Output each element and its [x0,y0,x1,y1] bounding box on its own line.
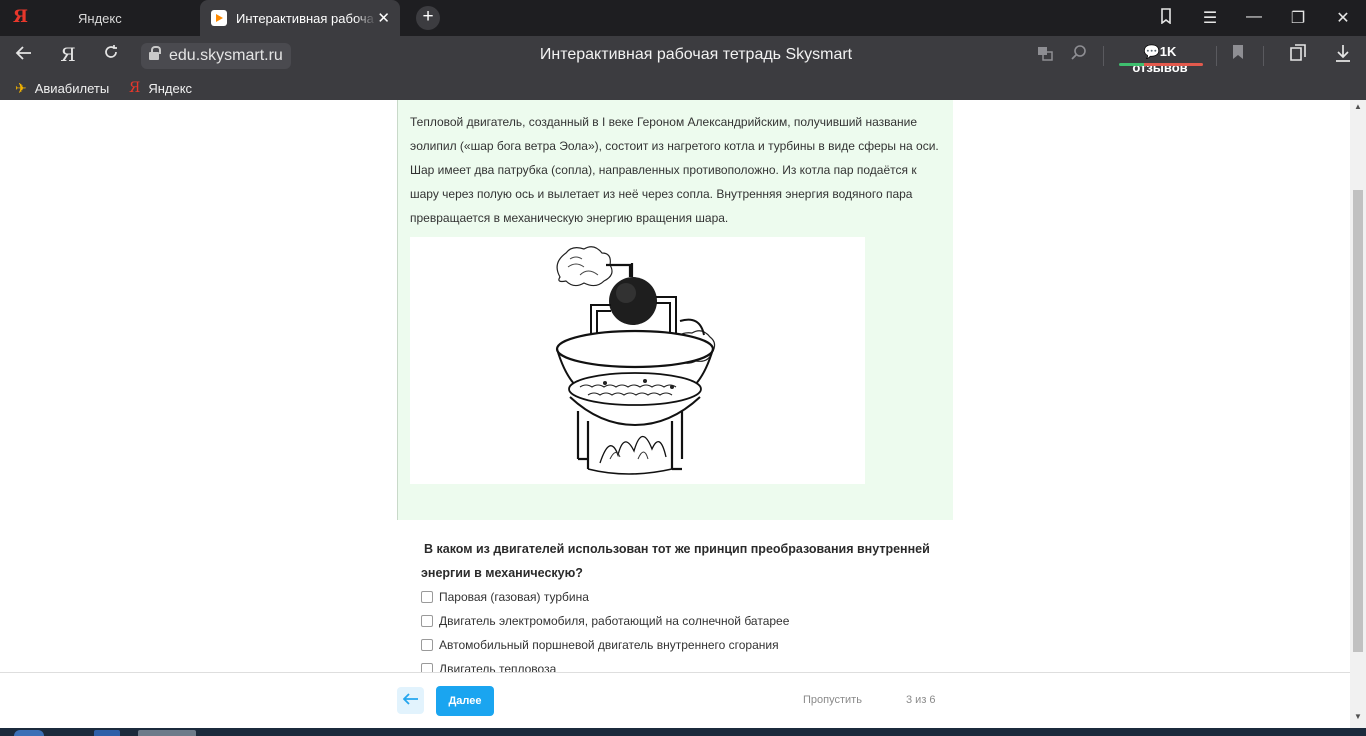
rating-bar [1119,63,1203,66]
arrow-left-icon [402,693,418,705]
new-tab-plus-icon[interactable]: + [416,6,440,30]
checkbox[interactable] [421,639,433,651]
checkbox[interactable] [421,663,433,672]
tab-label: Яндекс [78,10,122,26]
start-button[interactable] [14,730,44,736]
search-icon[interactable] [1066,44,1092,66]
tab-skysmart[interactable]: Интерактивная рабоча ✕ [200,0,400,36]
checkbox[interactable] [421,615,433,627]
plane-icon: ✈ [15,80,27,96]
bookmark-icon[interactable] [1225,44,1251,66]
minimize-icon[interactable]: — [1239,8,1269,26]
taskbar-app[interactable] [94,730,120,736]
task-description: Тепловой двигатель, созданный в I веке Г… [410,115,939,225]
divider [1263,46,1264,66]
restore-window-icon[interactable]: ❐ [1283,8,1313,28]
browser-toolbar: Я edu.skysmart.ru Интерактивная рабочая … [0,36,1366,76]
bookmark-yandex[interactable]: Я Яндекс [129,80,192,96]
collections-icon[interactable] [1151,8,1181,29]
close-window-icon[interactable]: ✕ [1328,8,1358,28]
previous-task-button[interactable] [397,687,424,714]
taskbar-app-active[interactable] [138,730,196,736]
scroll-thumb[interactable] [1353,190,1363,652]
tab-bar: Я Яндекс Интерактивная рабоча ✕ + ☰ — ❐ … [0,0,1366,36]
task-navigation-footer: Далее Пропустить 3 из 6 [0,672,1350,728]
yandex-logo[interactable]: Я [13,7,28,27]
answer-option-label: Паровая (газовая) турбина [439,590,589,604]
answer-option[interactable]: Автомобильный поршневой двигатель внутре… [421,633,779,657]
answer-option[interactable]: Двигатель электромобиля, работающий на с… [421,609,789,633]
bookmark-label: Авиабилеты [34,81,110,96]
scroll-down-arrow-icon[interactable]: ▼ [1350,712,1366,721]
answer-option[interactable]: Двигатель тепловоза [421,657,556,672]
page-scrollbar[interactable]: ▲ ▼ [1350,100,1366,728]
task-counter: 3 из 6 [906,694,936,706]
aeolipile-drawing [555,246,716,475]
os-taskbar [0,728,1366,736]
page-viewport: Тепловой двигатель, созданный в I веке Г… [0,100,1350,672]
download-icon[interactable] [1330,44,1356,68]
reviews-label: 1K отзывов [1132,44,1188,75]
comment-icon: 💬 [1143,44,1160,59]
skysmart-favicon-icon [211,10,227,26]
translate-icon[interactable] [1032,44,1058,68]
collections-icon[interactable] [1285,44,1311,68]
task-card: Тепловой двигатель, созданный в I веке Г… [397,100,953,520]
aeolipile-illustration [410,237,865,484]
menu-icon[interactable]: ☰ [1195,8,1225,28]
answer-option-label: Двигатель тепловоза [439,662,557,672]
divider [1216,46,1217,66]
tab-label: Интерактивная рабоча [236,10,374,26]
answer-option[interactable]: Паровая (газовая) турбина [421,585,589,609]
reviews-button[interactable]: 💬1K отзывов [1118,44,1203,75]
tab-yandex[interactable]: Яндекс [66,0,198,36]
bookmark-label: Яндекс [148,80,193,96]
answer-option-label: Автомобильный поршневой двигатель внутре… [439,638,779,652]
checkbox[interactable] [421,591,433,603]
yandex-logo: Я [129,80,141,96]
skip-link[interactable]: Пропустить [803,694,862,706]
close-tab-icon[interactable]: ✕ [377,9,390,27]
divider [1103,46,1104,66]
scroll-up-arrow-icon[interactable]: ▲ [1350,102,1366,111]
bookmarks-bar: ✈ Авиабилеты Я Яндекс [0,76,1366,100]
question-text: В каком из двигателей использован тот же… [421,542,930,580]
answer-option-label: Двигатель электромобиля, работающий на с… [439,614,790,628]
next-button[interactable]: Далее [436,686,494,716]
bookmark-aviatickets[interactable]: ✈ Авиабилеты [15,80,109,97]
